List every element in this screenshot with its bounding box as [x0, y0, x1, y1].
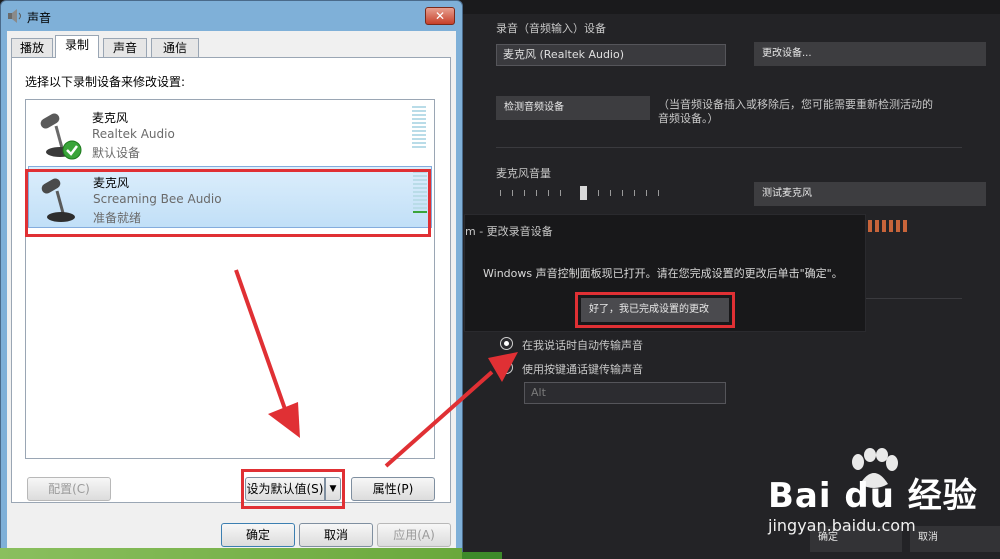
arrow-down-line [234, 269, 288, 413]
baidu-logo-text: Bai du 经验 [768, 476, 978, 516]
tab-recording[interactable]: 录制 [55, 35, 99, 58]
arrow-up-head [488, 352, 518, 382]
watermark-url: jingyan.baidu.com [768, 516, 916, 535]
baidu-watermark: Bai du 经验 jingyan.baidu.com [760, 446, 1000, 546]
arrow-up-line [384, 370, 494, 468]
